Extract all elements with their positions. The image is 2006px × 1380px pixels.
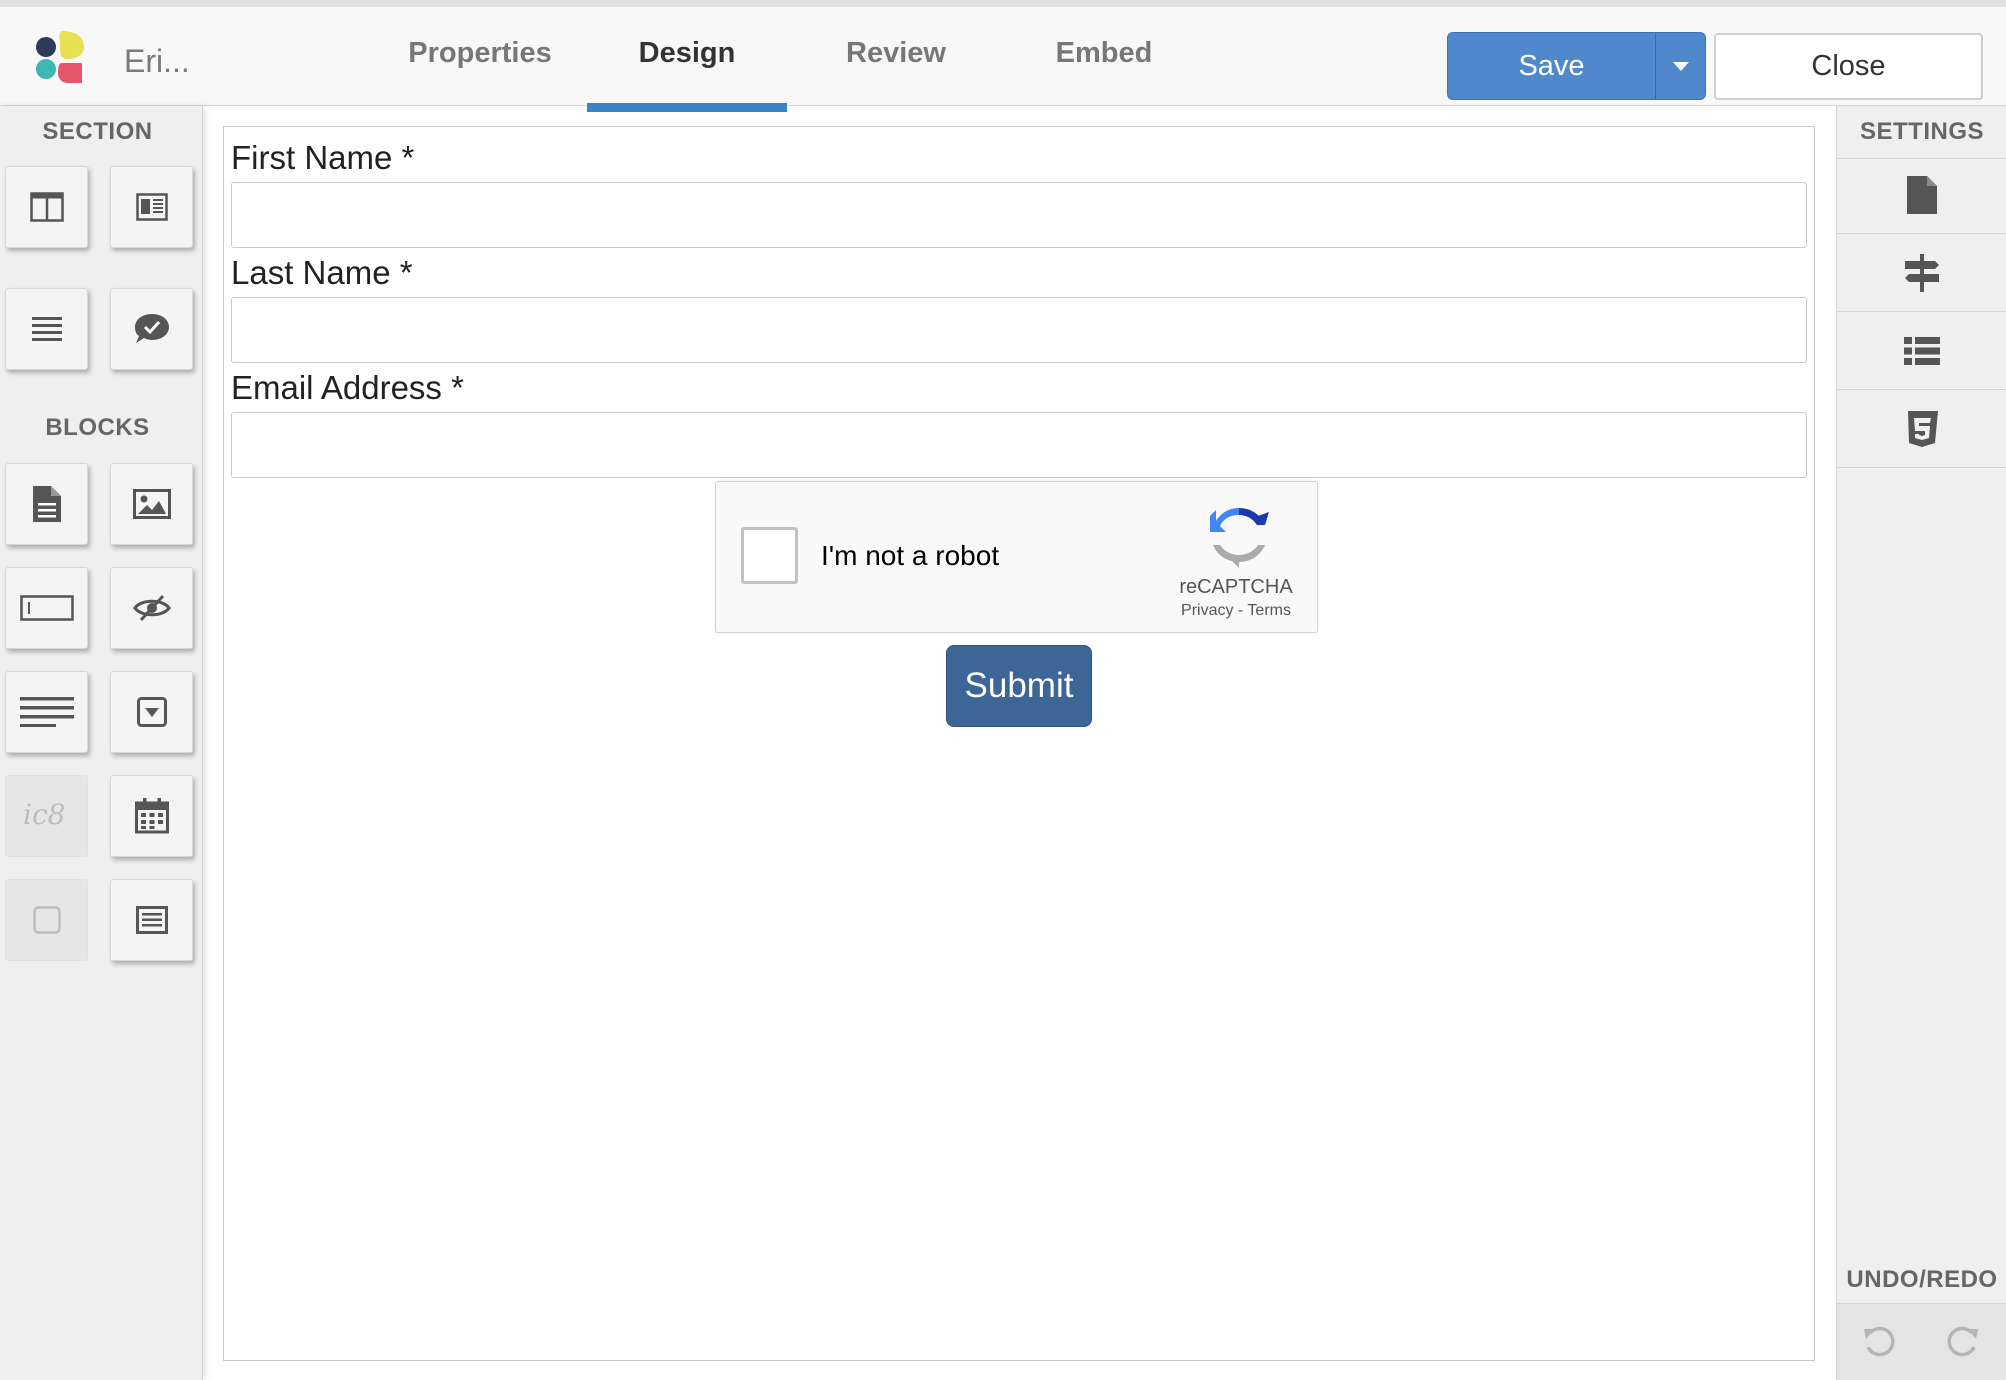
save-options-dropdown[interactable]: [1655, 32, 1706, 100]
redo-icon: [1947, 1326, 1978, 1357]
two-column-layout-icon: [29, 192, 64, 222]
tab-properties[interactable]: Properties: [405, 37, 555, 70]
two-column-layout-tool[interactable]: [5, 166, 88, 248]
signature-block-tool[interactable]: ic8: [5, 775, 88, 857]
feedback-bubble-tool[interactable]: [110, 288, 193, 370]
signpost-icon: [1905, 253, 1939, 292]
hidden-field-block-tool[interactable]: [110, 567, 193, 649]
document-block-tool[interactable]: [5, 463, 88, 545]
checkbox-block-tool[interactable]: [5, 879, 88, 961]
redo-button[interactable]: [1943, 1322, 1983, 1362]
image-block-tool[interactable]: [110, 463, 193, 545]
undo-redo-bar: [1837, 1303, 2006, 1380]
tab-design[interactable]: Design: [587, 37, 787, 70]
form-canvas: First Name * Last Name * Email Address *…: [223, 126, 1815, 1361]
undo-icon: [1864, 1326, 1895, 1357]
top-bar: Eri... Properties Design Review Embed Sa…: [0, 0, 2006, 112]
section-heading: SECTION: [42, 118, 153, 145]
first-name-label: First Name *: [231, 139, 415, 176]
image-text-layout-icon: [135, 193, 168, 221]
blocks-heading: BLOCKS: [45, 414, 150, 441]
css3-icon: [1908, 410, 1938, 447]
page-settings-icon: [1907, 175, 1937, 214]
last-name-input[interactable]: [231, 297, 1807, 363]
email-address-input[interactable]: [231, 412, 1807, 478]
tab-embed[interactable]: Embed: [1050, 37, 1158, 70]
paragraph-block-tool[interactable]: [5, 671, 88, 753]
recaptcha-privacy-terms-links[interactable]: Privacy - Terms: [1156, 602, 1316, 620]
document-icon: [32, 486, 61, 522]
form-builder-window: Eri... Properties Design Review Embed Sa…: [0, 0, 2006, 1380]
caret-down-icon: [1672, 61, 1689, 71]
email-address-label: Email Address *: [231, 369, 464, 406]
hidden-eye-icon: [132, 594, 171, 622]
paragraph-icon: [19, 697, 74, 727]
textarea-icon: [135, 906, 168, 934]
list-settings-icon: [1904, 336, 1940, 365]
date-block-tool[interactable]: [110, 775, 193, 857]
calendar-icon: [134, 798, 169, 834]
app-logo[interactable]: [32, 29, 88, 85]
undo-redo-heading: UNDO/REDO: [1846, 1266, 1998, 1293]
tab-review[interactable]: Review: [836, 37, 956, 70]
recaptcha-logo-icon: [1210, 508, 1269, 568]
textarea-block-tool[interactable]: [110, 879, 193, 961]
undo-button[interactable]: [1859, 1322, 1899, 1362]
navigation-settings-button[interactable]: [1837, 234, 2006, 312]
close-button[interactable]: Close: [1714, 33, 1983, 100]
left-tool-panel: SECTION BLOCKS ic8: [0, 106, 203, 1380]
svg-text:ic8: ic8: [23, 800, 65, 831]
list-settings-button[interactable]: [1837, 312, 2006, 390]
list-layout-icon: [31, 317, 62, 341]
page-settings-button[interactable]: [1837, 156, 2006, 234]
list-layout-tool[interactable]: [5, 288, 88, 370]
dropdown-icon: [136, 697, 167, 727]
feedback-bubble-icon: [134, 314, 169, 343]
active-tab-indicator: [587, 103, 787, 112]
dropdown-block-tool[interactable]: [110, 671, 193, 753]
checkbox-icon: [32, 906, 61, 934]
right-settings-panel: SETTINGS UNDO/REDO: [1836, 106, 2006, 1380]
signature-icon: ic8: [23, 800, 65, 831]
text-input-icon: [19, 595, 74, 621]
custom-css-button[interactable]: [1837, 390, 2006, 468]
save-button[interactable]: Save: [1447, 32, 1655, 100]
recaptcha-label: I'm not a robot: [821, 540, 1000, 571]
recaptcha-widget: I'm not a robot reCAPTCHA Privacy - Term…: [715, 481, 1318, 633]
recaptcha-brand: reCAPTCHA: [1179, 576, 1293, 598]
recaptcha-checkbox[interactable]: [741, 527, 798, 584]
text-input-block-tool[interactable]: [5, 567, 88, 649]
image-icon: [132, 489, 171, 519]
image-text-layout-tool[interactable]: [110, 166, 193, 248]
form-title: Eri...: [124, 43, 190, 79]
first-name-input[interactable]: [231, 182, 1807, 248]
submit-button[interactable]: Submit: [946, 645, 1092, 727]
settings-heading: SETTINGS: [1837, 118, 2006, 159]
last-name-label: Last Name *: [231, 254, 413, 291]
